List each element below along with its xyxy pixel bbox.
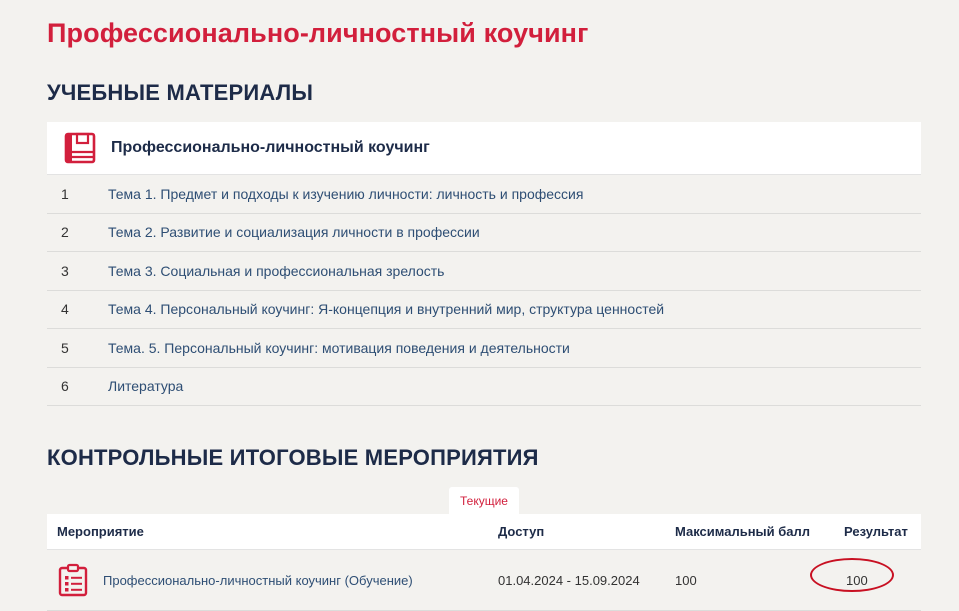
column-header-max-score: Максимальный балл xyxy=(675,524,811,539)
topic-link[interactable]: Тема 1. Предмет и подходы к изучению лич… xyxy=(108,186,583,202)
column-header-event: Мероприятие xyxy=(57,524,144,539)
list-item[interactable]: 4 Тема 4. Персональный коучинг: Я-концеп… xyxy=(47,291,921,329)
table-row[interactable]: Профессионально-личностный коучинг (Обуч… xyxy=(47,550,921,611)
result-cell: 100 xyxy=(810,557,921,592)
events-section-title: КОНТРОЛЬНЫЕ ИТОГОВЫЕ МЕРОПРИЯТИЯ xyxy=(47,445,539,470)
book-icon xyxy=(64,132,96,164)
course-title: Профессионально-личностный коучинг xyxy=(111,139,430,156)
topic-link[interactable]: Тема 3. Социальная и профессиональная зр… xyxy=(108,263,444,279)
topic-link[interactable]: Тема 4. Персональный коучинг: Я-концепци… xyxy=(108,301,664,317)
list-item[interactable]: 3 Тема 3. Социальная и профессиональная … xyxy=(47,252,921,291)
table-header: Мероприятие Доступ Максимальный балл Рез… xyxy=(47,514,921,550)
events-table: Мероприятие Доступ Максимальный балл Рез… xyxy=(47,514,921,611)
materials-table: Профессионально-личностный коучинг 1 Тем… xyxy=(47,122,921,406)
topic-link[interactable]: Литература xyxy=(108,378,183,394)
result-wrapper: 100 xyxy=(810,557,894,592)
item-number: 4 xyxy=(61,301,69,318)
highlight-oval xyxy=(810,557,894,592)
event-cell: Профессионально-личностный коучинг (Обуч… xyxy=(47,563,498,597)
item-number: 2 xyxy=(61,224,69,241)
item-number: 1 xyxy=(61,185,69,202)
item-number: 5 xyxy=(61,339,69,356)
access-period: 01.04.2024 - 15.09.2024 xyxy=(498,572,640,588)
tab-current[interactable]: Текущие xyxy=(449,487,519,514)
course-header: Профессионально-личностный коучинг xyxy=(47,122,921,175)
materials-section-title: УЧЕБНЫЕ МАТЕРИАЛЫ xyxy=(47,80,314,105)
topic-link[interactable]: Тема 2. Развитие и социализация личности… xyxy=(108,224,480,240)
item-number: 6 xyxy=(61,378,69,395)
column-header-access: Доступ xyxy=(498,524,545,539)
item-number: 3 xyxy=(61,262,69,279)
page-title: Профессионально-личностный коучинг xyxy=(47,18,589,48)
event-link[interactable]: Профессионально-личностный коучинг (Обуч… xyxy=(103,573,413,588)
column-header-result: Результат xyxy=(844,524,908,539)
list-item[interactable]: 5 Тема. 5. Персональный коучинг: мотивац… xyxy=(47,329,921,368)
topic-link[interactable]: Тема. 5. Персональный коучинг: мотивация… xyxy=(108,340,570,356)
clipboard-list-icon xyxy=(58,563,88,597)
list-item[interactable]: 6 Литература xyxy=(47,368,921,406)
list-item[interactable]: 2 Тема 2. Развитие и социализация личнос… xyxy=(47,214,921,252)
list-item[interactable]: 1 Тема 1. Предмет и подходы к изучению л… xyxy=(47,175,921,214)
